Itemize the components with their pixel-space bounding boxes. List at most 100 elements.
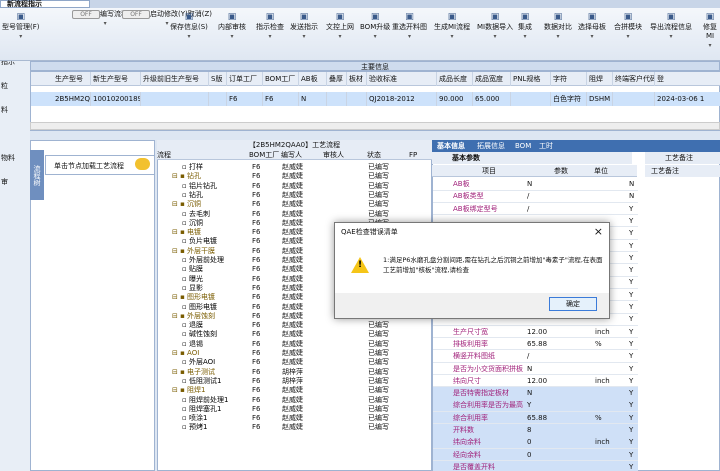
table-row[interactable]: ▫ 退膜 F6 赵威婕 已编写 <box>158 321 433 330</box>
table-row[interactable]: ⊟ ▪ 沉铜 F6 赵威婕 已编写 <box>158 200 433 209</box>
column-header[interactable]: 成品宽度 <box>473 72 511 86</box>
param-tab[interactable]: 工时 <box>536 140 556 152</box>
param-row[interactable]: 生产尺寸宽 12.00 inch Y <box>433 326 638 339</box>
column-header[interactable]: 生产型号 <box>53 72 91 86</box>
param-tab[interactable]: 基本信息 <box>434 140 468 152</box>
column-header[interactable]: 订单工厂 <box>227 72 263 86</box>
ribbon-flow-icon-button[interactable]: ▣ 生成MI流程 ▾ <box>434 10 470 41</box>
param-tab[interactable]: BOM <box>512 140 534 152</box>
chevron-down-icon[interactable]: ▾ <box>218 32 246 41</box>
param-row[interactable]: 排板利用率 65.88% Y <box>433 338 638 351</box>
ribbon-upgrade-icon-button[interactable]: ▣ BOM升级 ▾ <box>360 10 390 41</box>
column-header[interactable]: 验收标准 <box>367 72 437 86</box>
table-row[interactable]: ▫ 阻焊前处理1 F6 赵威婕 已编写 <box>158 396 433 405</box>
column-header[interactable]: PNL规格 <box>511 72 551 86</box>
column-header[interactable]: AB板 <box>299 72 327 86</box>
param-value[interactable]: N <box>527 363 532 375</box>
table-row[interactable]: ▫ 碱性蚀刻 F6 赵威婕 已编写 <box>158 330 433 339</box>
chevron-down-icon[interactable]: ▾ <box>360 32 390 41</box>
param-row[interactable]: AB板绑定型号 / Y <box>433 203 638 216</box>
process-remark-tab[interactable]: 工艺备注 <box>645 152 720 164</box>
ribbon-save-icon-button[interactable]: ▣ 保存信息(S) ▾ <box>170 10 208 41</box>
left-nav-item[interactable]: 审 <box>0 176 30 188</box>
ribbon-export-icon-button[interactable]: ▣ 导出流程信息 ▾ <box>650 10 692 41</box>
param-value[interactable]: 65.88 <box>527 338 547 350</box>
param-row[interactable]: 纬向尺寸 12.00 inch Y <box>433 375 638 388</box>
chat-bubble-icon[interactable] <box>135 158 150 170</box>
ribbon-upload-icon-button[interactable]: ▣ 文控上网 ▾ <box>326 10 354 41</box>
chevron-down-icon[interactable]: ▾ <box>434 32 470 41</box>
table-row[interactable]: ⊟ ▪ 阻焊1 F6 赵威婕 已编写 <box>158 386 433 395</box>
param-row[interactable]: 综合利用率是否为最高 Y Y <box>433 399 638 412</box>
table-row[interactable]: ▫ 退锡 F6 赵威婕 已编写 <box>158 340 433 349</box>
close-icon[interactable]: × <box>594 226 603 238</box>
chevron-down-icon[interactable]: ▾ <box>290 32 318 41</box>
horizontal-scrollbar[interactable] <box>30 122 720 130</box>
param-row[interactable]: 开料数 8 Y <box>433 424 638 437</box>
chevron-down-icon[interactable]: ▾ <box>518 32 532 41</box>
ribbon-form-icon-button[interactable]: ▣ 型号管理(F) ▾ <box>2 10 40 41</box>
left-nav-item[interactable] <box>0 68 30 80</box>
ribbon-image-icon-button[interactable]: ▣ 重选开料图 ▾ <box>392 10 427 41</box>
param-value[interactable]: N <box>527 387 532 399</box>
param-value[interactable]: / <box>527 203 529 215</box>
column-header[interactable]: 登 <box>655 72 720 86</box>
toggle-switch[interactable]: OFF <box>72 10 100 19</box>
left-nav-item[interactable] <box>0 140 30 152</box>
ribbon-integrate-icon-button[interactable]: ▣ 集成 ▾ <box>518 10 532 41</box>
param-value[interactable]: / <box>527 190 529 202</box>
column-header[interactable]: 成品长度 <box>437 72 473 86</box>
tab-process-instruction[interactable]: 新流程指示 <box>0 0 90 8</box>
table-row[interactable]: ⊟ ▪ 电子测试 F6 胡梓萍 已编写 <box>158 368 433 377</box>
left-nav-item[interactable] <box>0 164 30 176</box>
ribbon-merge-icon-button[interactable]: ▣ 合拼模块 ▾ <box>614 10 642 41</box>
column-header[interactable]: BOM工厂 <box>263 72 299 86</box>
column-header[interactable]: 字符 <box>551 72 587 86</box>
chevron-down-icon[interactable]: ▾ <box>392 32 427 41</box>
table-row[interactable]: ▫ 阻焊塞孔1 F6 赵威婕 已编写 <box>158 405 433 414</box>
ok-button[interactable]: 确定 <box>549 297 597 311</box>
table-row[interactable]: ▫ 喷涂1 F6 赵威婕 已编写 <box>158 414 433 423</box>
chevron-down-icon[interactable]: ▾ <box>256 32 284 41</box>
column-header[interactable]: 升级前旧生产型号 <box>141 72 209 86</box>
param-row[interactable]: 是否覆盖开料 Y <box>433 460 638 471</box>
table-row[interactable]: ▫ 去毛刺 F6 赵威婕 已编写 <box>158 210 433 219</box>
param-value[interactable]: N <box>527 178 532 190</box>
param-row[interactable]: 综合利用率 65.88% Y <box>433 411 638 425</box>
param-value[interactable]: 12.00 <box>527 375 547 387</box>
param-value[interactable]: Y <box>527 399 531 411</box>
param-row[interactable]: AB板类型 / N <box>433 190 638 203</box>
column-header[interactable]: 叠厚 <box>327 72 347 86</box>
column-header[interactable]: 新生产型号 <box>91 72 141 86</box>
column-header[interactable]: 终端客户代码 <box>613 72 655 86</box>
process-tree-tab[interactable]: 流程树 <box>30 150 44 200</box>
param-value[interactable]: 65.88 <box>527 412 547 424</box>
table-row[interactable]: ▫ 低阻测试1 F6 胡梓萍 已编写 <box>158 377 433 386</box>
chevron-down-icon[interactable]: ▾ <box>170 32 208 41</box>
ribbon-send-icon-button[interactable]: ▣ 发送指示 ▾ <box>290 10 318 41</box>
left-nav-item[interactable]: 物料 <box>0 152 30 164</box>
table-row[interactable]: ▫ 打样 F6 赵威婕 已编写 <box>158 163 433 172</box>
column-header[interactable]: S版 <box>209 72 227 86</box>
ribbon-compare-icon-button[interactable]: ▣ 数据对比 ▾ <box>544 10 572 41</box>
toggle-switch[interactable]: OFF <box>122 10 150 19</box>
ribbon-import-icon-button[interactable]: ▣ MI数据导入 ▾ <box>477 10 513 41</box>
column-header[interactable]: 阻焊 <box>587 72 613 86</box>
ribbon-select-icon-button[interactable]: ▣ 选择母板 ▾ <box>578 10 606 41</box>
ribbon-repair-icon-button[interactable]: ▣ 修复MI ▾ <box>700 10 720 50</box>
left-nav-item[interactable] <box>0 116 30 128</box>
param-tab[interactable]: 拓展信息 <box>474 140 508 152</box>
table-row[interactable]: ▫ 预烤1 F6 赵威婕 已编写 <box>158 423 433 432</box>
param-value[interactable]: 8 <box>527 424 531 436</box>
param-value[interactable]: 0 <box>527 449 531 461</box>
table-row[interactable]: ▫ 钻孔 F6 赵威婕 已编写 <box>158 191 433 200</box>
basic-params-tab[interactable]: 基本参数 <box>432 152 632 164</box>
table-row[interactable]: ⊟ ▪ 钻孔 F6 赵威婕 已编写 <box>158 172 433 181</box>
chevron-down-icon[interactable]: ▾ <box>578 32 606 41</box>
param-row[interactable]: 是否特需指定板材 N Y <box>433 387 638 400</box>
ribbon-check-icon-button[interactable]: ▣ 指示检查 ▾ <box>256 10 284 41</box>
left-nav-item[interactable]: 粒 <box>0 80 30 92</box>
chevron-down-icon[interactable]: ▾ <box>650 32 692 41</box>
table-row[interactable]: ▫ 外层AOI F6 赵威婕 已编写 <box>158 358 433 367</box>
chevron-down-icon[interactable]: ▾ <box>544 32 572 41</box>
